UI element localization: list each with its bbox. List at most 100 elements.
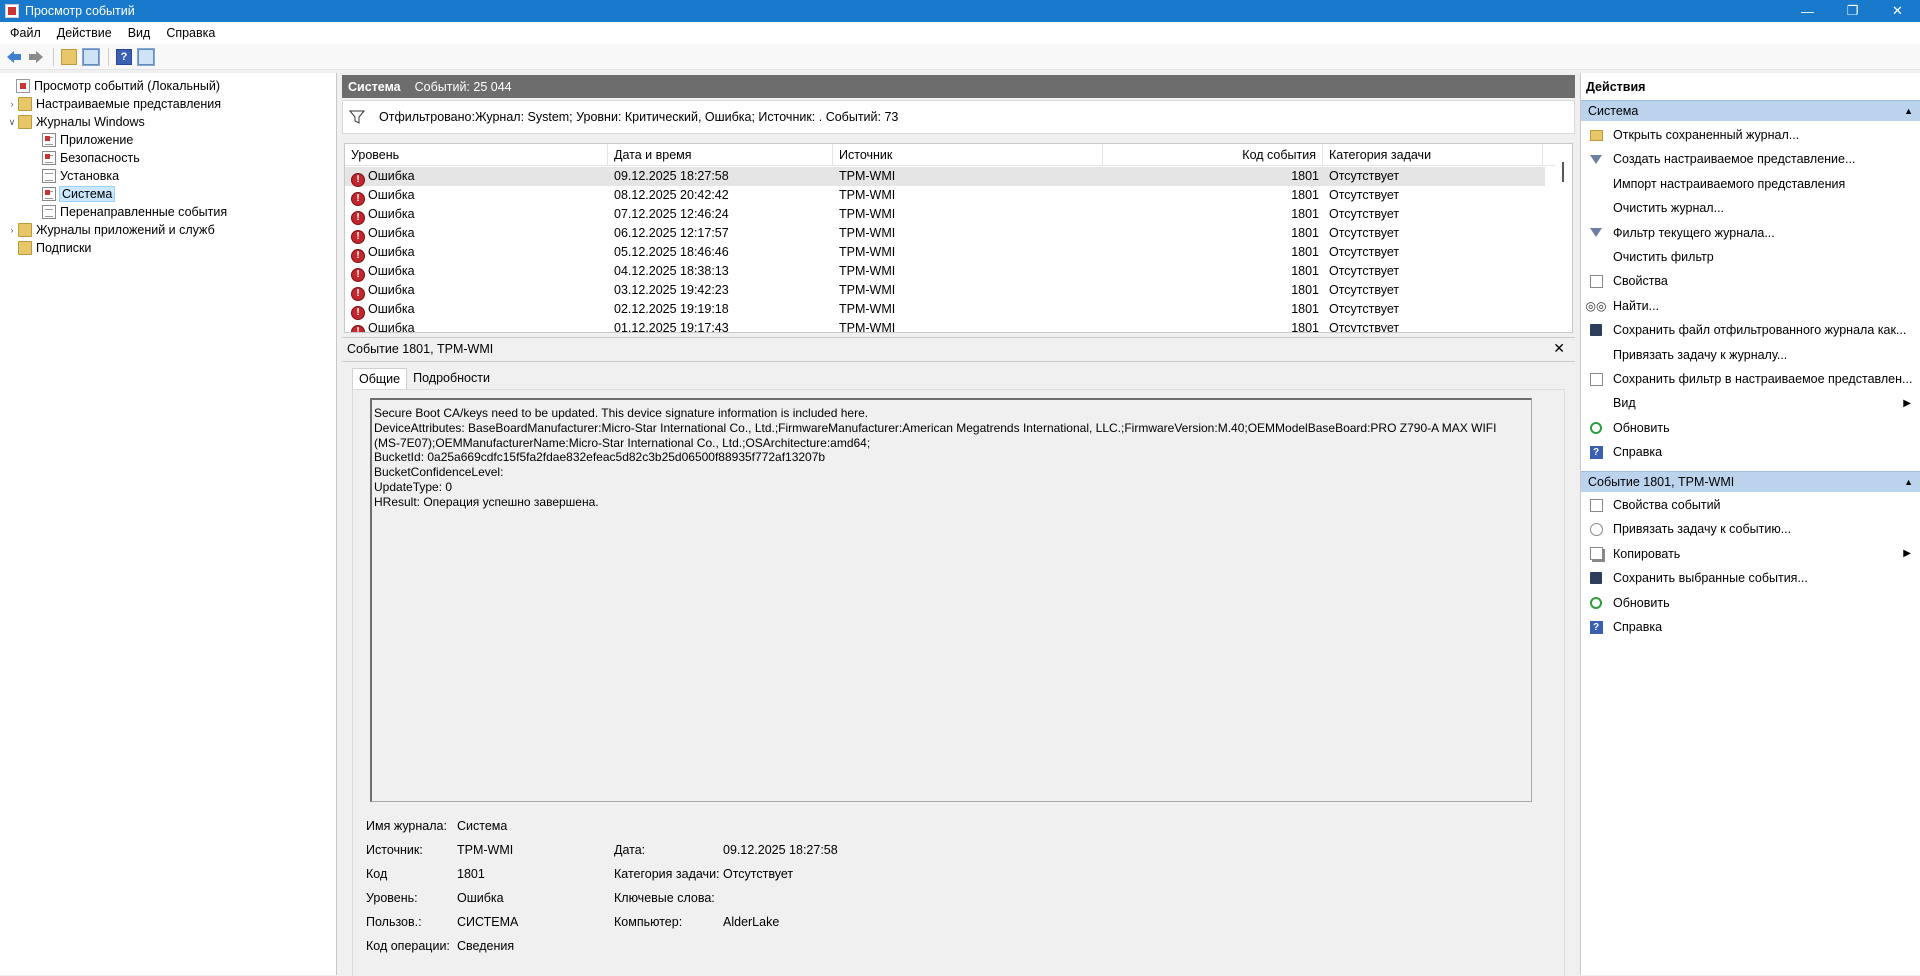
maximize-button[interactable]: ❐	[1830, 0, 1875, 22]
up-folder-button[interactable]	[59, 47, 79, 67]
error-icon: !	[351, 306, 365, 320]
cell-category: Отсутствует	[1329, 226, 1400, 240]
menu-file[interactable]: Файл	[4, 26, 47, 40]
column-header-datetime[interactable]: Дата и время	[608, 144, 833, 166]
action-item[interactable]: ? Справка	[1581, 442, 1920, 462]
error-icon: !	[351, 287, 365, 301]
action-item[interactable]: Привязать задачу к журналу...	[1581, 345, 1920, 365]
collapse-up-icon[interactable]: ▲	[1904, 101, 1913, 121]
tree-item-security[interactable]: Безопасность	[42, 149, 140, 167]
action-item[interactable]: Импорт настраиваемого представления	[1581, 174, 1920, 194]
cell-date: 08.12.2025 20:42:42	[614, 188, 729, 202]
tree-item-apps-services-logs[interactable]: › Журналы приложений и служб	[6, 221, 215, 239]
events-table-scrollbar[interactable]	[1555, 144, 1572, 332]
expand-chevron-icon[interactable]: ›	[6, 99, 18, 109]
action-item[interactable]: Сохранить файл отфильтрованного журнала …	[1581, 320, 1920, 340]
close-window-button[interactable]: ✕	[1875, 0, 1920, 22]
menu-view[interactable]: Вид	[122, 26, 157, 40]
table-row[interactable]: ! Ошибка 08.12.2025 20:42:42 TPM-WMI 1801 Отс…	[345, 186, 1545, 206]
cell-code: 1801	[1291, 302, 1319, 316]
properties-icon	[1587, 371, 1605, 387]
back-button[interactable]	[4, 47, 24, 67]
tree-item-forwarded-events[interactable]: Перенаправленные события	[42, 203, 227, 221]
action-item[interactable]: Сохранить фильтр в настраиваемое предста…	[1581, 369, 1920, 389]
tree-item-system[interactable]: Система	[42, 185, 116, 203]
filter-description: Отфильтровано:Журнал: System; Уровни: Кр…	[379, 110, 899, 124]
action-item[interactable]: Открыть сохраненный журнал...	[1581, 125, 1920, 145]
action-item[interactable]: Обновить	[1581, 593, 1920, 613]
minimize-button[interactable]: —	[1785, 0, 1830, 22]
refresh-icon	[1587, 595, 1605, 611]
tree-item-application[interactable]: Приложение	[42, 131, 133, 149]
refresh-icon	[1587, 420, 1605, 436]
table-row[interactable]: ! Ошибка 06.12.2025 12:17:57 TPM-WMI 1801 Отс…	[345, 224, 1545, 244]
column-header-source[interactable]: Источник	[833, 144, 1103, 166]
log-icon	[42, 187, 56, 201]
action-item[interactable]: Очистить журнал...	[1581, 198, 1920, 218]
cell-level: ! Ошибка	[351, 224, 601, 244]
action-item[interactable]: Создать настраиваемое представление...	[1581, 149, 1920, 169]
table-row[interactable]: ! Ошибка 03.12.2025 19:42:23 TPM-WMI 1801 Отс…	[345, 281, 1545, 301]
column-header-task-category[interactable]: Категория задачи	[1323, 144, 1543, 166]
cell-source: TPM-WMI	[839, 302, 896, 316]
column-header-level[interactable]: Уровень	[345, 144, 608, 166]
tab-general[interactable]: Общие	[352, 368, 408, 390]
tree-item-setup[interactable]: Установка	[42, 167, 119, 185]
action-item[interactable]: Вид ▶	[1581, 393, 1920, 413]
tree-item-windows-logs[interactable]: ∨ Журналы Windows	[6, 113, 145, 131]
tree-item-custom-views[interactable]: › Настраиваемые представления	[6, 95, 221, 113]
tab-details[interactable]: Подробности	[407, 368, 496, 390]
cell-date: 01.12.2025 19:17:43	[614, 321, 729, 333]
show-hide-actions-button[interactable]	[136, 47, 156, 67]
actions-pane: Действия Система ▲ Открыть сохраненный жу…	[1580, 73, 1920, 975]
action-item[interactable]: Фильтр текущего журнала...	[1581, 223, 1920, 243]
cell-source: TPM-WMI	[839, 321, 896, 333]
toolbar: ?	[0, 44, 1920, 70]
actions-section-event[interactable]: Событие 1801, TPM-WMI ▲	[1581, 471, 1920, 492]
show-hide-tree-button[interactable]	[81, 47, 101, 67]
tree-item-subscriptions[interactable]: Подписки	[6, 239, 91, 257]
event-description[interactable]: Secure Boot CA/keys need to be updated. …	[370, 398, 1532, 802]
folder-icon	[18, 97, 32, 111]
table-row[interactable]: ! Ошибка 01.12.2025 19:17:43 TPM-WMI 1801 Отс…	[345, 319, 1545, 333]
help-button[interactable]: ?	[114, 47, 134, 67]
tree-item-root[interactable]: Просмотр событий (Локальный)	[4, 77, 220, 95]
cell-code: 1801	[1291, 264, 1319, 278]
forward-button[interactable]	[26, 47, 46, 67]
menu-action[interactable]: Действие	[51, 26, 118, 40]
cell-level: ! Ошибка	[351, 281, 601, 301]
action-item[interactable]: Свойства	[1581, 271, 1920, 291]
action-item[interactable]: Сохранить выбранные события...	[1581, 568, 1920, 588]
actions-section-system[interactable]: Система ▲	[1581, 100, 1920, 121]
close-detail-icon[interactable]: ✕	[1553, 340, 1565, 357]
collapse-chevron-icon[interactable]: ∨	[6, 117, 18, 128]
action-item[interactable]: Свойства событий	[1581, 495, 1920, 515]
error-icon: !	[351, 249, 365, 263]
action-item[interactable]: Очистить фильтр	[1581, 247, 1920, 267]
user-label: Пользов.:	[366, 915, 422, 929]
events-table-header: Уровень Дата и время Источник Код событи…	[345, 144, 1572, 166]
cell-category: Отсутствует	[1329, 169, 1400, 183]
cell-date: 07.12.2025 12:46:24	[614, 207, 729, 221]
action-item[interactable]: ◎◎ Найти...	[1581, 296, 1920, 316]
expand-chevron-icon[interactable]: ›	[6, 225, 18, 235]
action-item[interactable]: Обновить	[1581, 418, 1920, 438]
log-header-count: Событий: 25 044	[414, 79, 512, 94]
cell-code: 1801	[1291, 321, 1319, 333]
menu-help[interactable]: Справка	[160, 26, 221, 40]
opcode-label: Код операции:	[366, 939, 450, 953]
action-item[interactable]: Привязать задачу к событию...	[1581, 519, 1920, 539]
task-category-value: Отсутствует	[723, 867, 794, 881]
table-row[interactable]: ! Ошибка 04.12.2025 18:38:13 TPM-WMI 1801 Отс…	[345, 262, 1545, 282]
column-header-event-code[interactable]: Код события	[1103, 144, 1323, 166]
table-row[interactable]: ! Ошибка 09.12.2025 18:27:58 TPM-WMI 1801 Отс…	[345, 167, 1545, 187]
table-row[interactable]: ! Ошибка 07.12.2025 12:46:24 TPM-WMI 1801 Отс…	[345, 205, 1545, 225]
error-icon: !	[351, 211, 365, 225]
action-item[interactable]: ? Справка	[1581, 617, 1920, 637]
table-row[interactable]: ! Ошибка 02.12.2025 19:19:18 TPM-WMI 1801 Отс…	[345, 300, 1545, 320]
collapse-up-icon[interactable]: ▲	[1904, 472, 1913, 492]
events-table: Уровень Дата и время Источник Код событи…	[344, 143, 1573, 333]
table-row[interactable]: ! Ошибка 05.12.2025 18:46:46 TPM-WMI 1801 Отс…	[345, 243, 1545, 263]
cell-date: 04.12.2025 18:38:13	[614, 264, 729, 278]
action-item[interactable]: Копировать ▶	[1581, 544, 1920, 564]
